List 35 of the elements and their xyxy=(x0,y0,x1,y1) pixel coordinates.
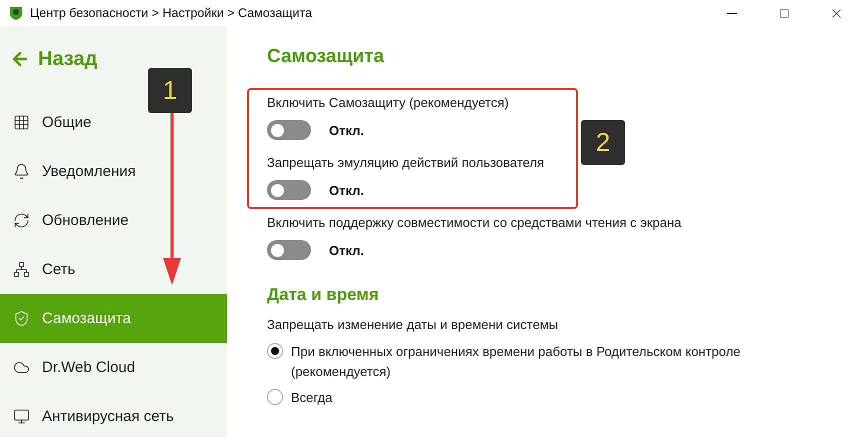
section-title: Дата и время xyxy=(267,285,380,305)
sidebar-item[interactable]: Сеть xyxy=(0,245,227,294)
toggle-switch[interactable] xyxy=(267,180,311,200)
setting-label: Запрещать изменение даты и времени системы xyxy=(267,317,560,332)
toggle-state: Откл. xyxy=(329,182,364,198)
maximize-icon xyxy=(778,8,790,18)
app-logo-icon xyxy=(8,5,24,21)
sidebar-item[interactable]: Уведомления xyxy=(0,147,227,196)
step-badge: 1 xyxy=(148,68,192,113)
toggle-state: Откл. xyxy=(329,242,364,258)
setting-label: Включить поддержку совместимости со средствами чтения с экрана xyxy=(267,215,682,230)
sidebar-item[interactable]: Обновление xyxy=(0,196,227,245)
step-badge: 2 xyxy=(581,120,625,165)
sidebar-item[interactable]: Dr.Web Cloud xyxy=(0,343,227,392)
toggle-state: Откл. xyxy=(329,122,364,138)
radio-button[interactable] xyxy=(267,389,283,405)
grid-icon xyxy=(13,114,30,131)
toggle-switch[interactable] xyxy=(267,240,311,260)
monitor-icon xyxy=(13,408,30,425)
radio-label: Всегда xyxy=(291,389,332,407)
cloud-icon xyxy=(13,359,30,376)
toggle-switch[interactable] xyxy=(267,120,311,140)
radio-button[interactable] xyxy=(267,343,283,359)
sidebar-item[interactable]: Антивирусная сеть xyxy=(0,392,227,437)
window-title: Центр безопасности > Настройки > Самозащита xyxy=(30,6,314,20)
network-icon xyxy=(13,261,30,278)
radio-label: При включенных ограничениях времени работы в Родительском контроле (рекомендуется) xyxy=(291,343,742,381)
refresh-icon xyxy=(13,212,30,229)
setting-label: Запрещать эмуляцию действий пользователя xyxy=(267,155,546,170)
bell-icon xyxy=(13,163,30,180)
minimize-icon xyxy=(727,12,737,14)
setting-label: Включить Самозащиту (рекомендуется) xyxy=(267,95,510,110)
shield-icon xyxy=(13,310,30,327)
section-title: Самозащита xyxy=(267,46,386,68)
back-arrow-icon xyxy=(10,49,30,69)
